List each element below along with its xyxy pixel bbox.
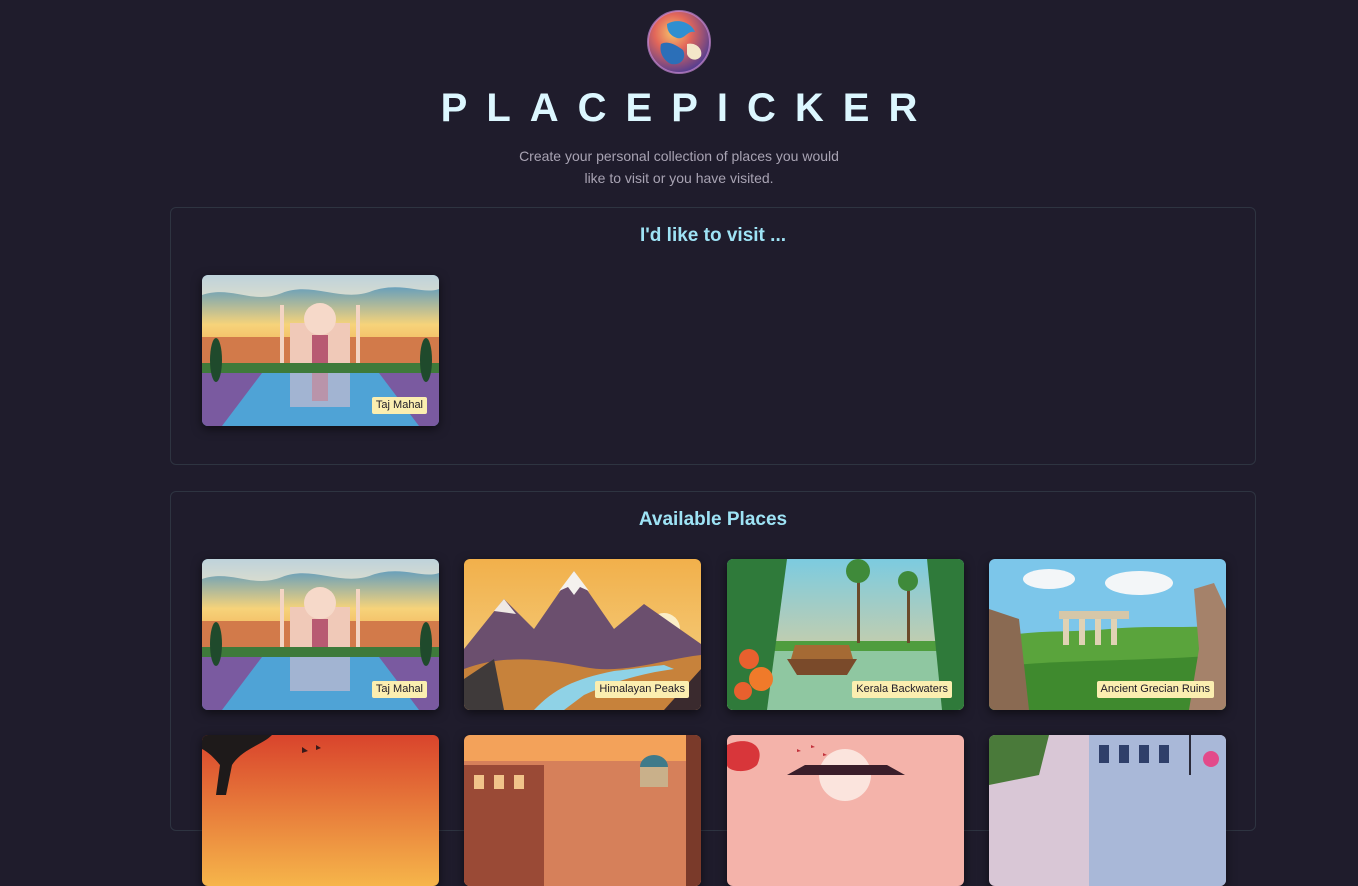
wishlist-section: I'd like to visit ... Taj Mahal bbox=[170, 207, 1256, 465]
place-card-ancient-grecian-ruins[interactable]: Ancient Grecian Ruins bbox=[989, 559, 1226, 710]
place-card[interactable] bbox=[202, 735, 439, 886]
place-card-label: Taj Mahal bbox=[371, 681, 427, 698]
available-places-section: Available Places Taj Mahal Himalayan Pea… bbox=[170, 491, 1256, 886]
place-card[interactable] bbox=[727, 735, 964, 886]
place-card[interactable] bbox=[989, 735, 1226, 886]
city-street-image bbox=[989, 735, 1226, 886]
place-card-kerala-backwaters[interactable]: Kerala Backwaters bbox=[727, 559, 964, 710]
place-card-himalayan-peaks[interactable]: Himalayan Peaks bbox=[464, 559, 701, 710]
app-title: PLACEPICKER bbox=[440, 86, 937, 130]
place-card-label: Kerala Backwaters bbox=[852, 681, 952, 698]
sunset-savanna-image bbox=[202, 735, 439, 886]
asian-temple-image bbox=[727, 735, 964, 886]
european-city-image bbox=[464, 735, 701, 886]
place-card-taj-mahal[interactable]: Taj Mahal bbox=[202, 559, 439, 710]
place-card[interactable] bbox=[464, 735, 701, 886]
app-subtitle: Create your personal collection of place… bbox=[519, 148, 839, 186]
globe-logo-icon bbox=[647, 10, 711, 74]
wishlist-heading: I'd like to visit ... bbox=[640, 225, 786, 246]
available-places-heading: Available Places bbox=[638, 509, 788, 530]
place-card-label: Himalayan Peaks bbox=[595, 681, 689, 698]
place-card-label: Taj Mahal bbox=[371, 397, 427, 414]
place-card-taj-mahal[interactable]: Taj Mahal bbox=[202, 275, 439, 426]
place-card-label: Ancient Grecian Ruins bbox=[1096, 681, 1214, 698]
